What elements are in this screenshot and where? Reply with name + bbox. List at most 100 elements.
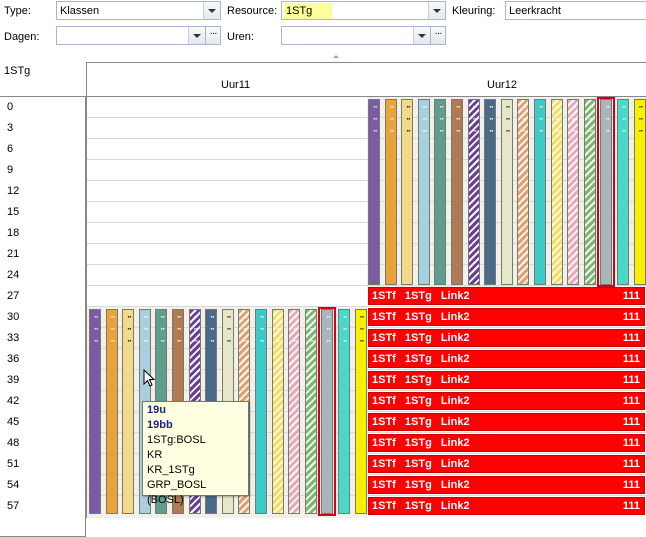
- grid-line: [87, 285, 646, 286]
- uur12-lesson-bar[interactable]: ·· ·· ··: [451, 99, 463, 285]
- tooltip-line: KR_1STg: [147, 464, 195, 476]
- splitter-grip-icon[interactable]: [333, 55, 339, 58]
- uur12-lesson-bar[interactable]: ·· ·· ··: [434, 99, 447, 285]
- uur11-lesson-bar[interactable]: ·· ·· ··: [354, 309, 367, 514]
- uur12-lesson-bar[interactable]: ·· ·· ··: [401, 99, 414, 285]
- link-bar[interactable]: 1STf 1STg Link2 111: [368, 497, 645, 515]
- bar-dots-icon: ··: [539, 126, 544, 136]
- uur12-lesson-bar[interactable]: ·· ·· ··: [534, 99, 546, 285]
- bar-dots-icon: ··: [472, 102, 478, 112]
- link-bar-number: 111: [622, 332, 640, 344]
- column-header-uur11[interactable]: Uur11: [221, 79, 250, 91]
- link-bar-number: 111: [622, 479, 640, 491]
- uur12-lesson-bar[interactable]: ·· ·· ··: [384, 99, 397, 285]
- bar-dots-icon: ··: [276, 324, 282, 334]
- grid-line: [87, 306, 646, 307]
- row-label: 24: [7, 269, 20, 281]
- link-bar-label: 1STf 1STg Link2: [372, 479, 470, 491]
- bar-dots-icon: ··: [422, 126, 428, 136]
- selected-lesson-outline: [318, 307, 337, 516]
- uur11-lesson-bar[interactable]: ·· ·· ··: [304, 309, 317, 514]
- chevron-down-icon[interactable]: [413, 27, 430, 44]
- bar-dots-icon: ··: [472, 126, 478, 136]
- kleuring-select[interactable]: Leerkracht: [505, 1, 646, 20]
- row-label: 33: [7, 332, 20, 344]
- bar-dots-icon: ··: [243, 312, 248, 322]
- bar-dots-icon: ··: [456, 102, 461, 112]
- column-header-uur12[interactable]: Uur12: [487, 79, 517, 91]
- uur12-lesson-bar[interactable]: ·· ·· ··: [417, 99, 430, 285]
- bar-dots-icon: ··: [489, 102, 494, 112]
- uur11-lesson-bar[interactable]: ·· ·· ··: [105, 309, 118, 514]
- uur12-lesson-bar[interactable]: ·· ·· ··: [500, 99, 513, 285]
- uur12-lesson-bar[interactable]: ·· ·· ··: [567, 99, 580, 285]
- bar-dots-icon: ··: [160, 312, 165, 322]
- bar-dots-icon: ··: [359, 324, 365, 334]
- link-bar[interactable]: 1STf 1STg Link2 111: [368, 392, 645, 410]
- resource-select[interactable]: 1STg: [281, 1, 446, 20]
- bar-dots-icon: ··: [127, 324, 132, 334]
- uur12-lesson-bar[interactable]: ·· ·· ··: [633, 99, 646, 285]
- link-bar-number: 111: [622, 353, 640, 365]
- bar-dots-icon: ··: [555, 114, 561, 124]
- link-bar-number: 111: [622, 395, 640, 407]
- bar-dots-icon: ··: [373, 114, 378, 124]
- row-label: 54: [7, 479, 20, 491]
- bar-dots-icon: ··: [489, 114, 494, 124]
- uur12-lesson-bar[interactable]: ·· ·· ··: [517, 99, 530, 285]
- uur12-lesson-bar[interactable]: ·· ·· ··: [484, 99, 497, 285]
- link-bar[interactable]: 1STf 1STg Link2 111: [368, 476, 645, 494]
- bar-dots-icon: ··: [422, 114, 428, 124]
- uur11-lesson-bar[interactable]: ·· ·· ··: [122, 309, 135, 514]
- bar-dots-icon: ··: [373, 102, 378, 112]
- bar-dots-icon: ··: [293, 324, 298, 334]
- link-bar-label: 1STf 1STg Link2: [372, 500, 470, 512]
- link-bar[interactable]: 1STf 1STg Link2 111: [368, 350, 645, 368]
- chevron-down-icon[interactable]: [428, 2, 445, 19]
- link-bar[interactable]: 1STf 1STg Link2 111: [368, 413, 645, 431]
- uur12-lesson-bar[interactable]: ·· ·· ··: [368, 99, 380, 285]
- dagen-select[interactable]: [56, 26, 206, 45]
- bar-dots-icon: ··: [260, 324, 265, 334]
- bar-dots-icon: ··: [243, 324, 248, 334]
- uren-ellipsis-button[interactable]: ···: [430, 26, 446, 45]
- link-bar[interactable]: 1STf 1STg Link2 111: [368, 329, 645, 347]
- uur11-lesson-bar[interactable]: ·· ·· ··: [89, 309, 101, 514]
- type-label: Type:: [4, 5, 31, 17]
- uur12-lesson-bar[interactable]: ·· ·· ··: [583, 99, 596, 285]
- uur12-lesson-bar[interactable]: ·· ·· ··: [467, 99, 480, 285]
- dagen-ellipsis-button[interactable]: ···: [205, 26, 221, 45]
- link-bar-label: 1STf 1STg Link2: [372, 353, 470, 365]
- uur12-lesson-bar[interactable]: ·· ·· ··: [617, 99, 629, 285]
- row-label: 36: [7, 353, 20, 365]
- chevron-down-icon[interactable]: [188, 27, 205, 44]
- row-label: 9: [7, 164, 14, 176]
- bar-dots-icon: ··: [94, 336, 99, 346]
- uren-select[interactable]: [281, 26, 431, 45]
- row-label: 45: [7, 416, 20, 428]
- link-bar-number: 111: [622, 500, 640, 512]
- uur11-lesson-bar[interactable]: ·· ·· ··: [271, 309, 284, 514]
- uur11-lesson-bar[interactable]: ·· ·· ··: [288, 309, 301, 514]
- uur11-lesson-bar[interactable]: ·· ·· ··: [255, 309, 267, 514]
- bar-dots-icon: ··: [522, 114, 527, 124]
- bar-dots-icon: ··: [505, 114, 511, 124]
- link-bar[interactable]: 1STf 1STg Link2 111: [368, 455, 645, 473]
- uur11-lesson-bar[interactable]: ·· ·· ··: [338, 309, 350, 514]
- row-label: 57: [7, 500, 20, 512]
- bar-dots-icon: ··: [439, 126, 444, 136]
- link-bar[interactable]: 1STf 1STg Link2 111: [368, 371, 645, 389]
- bar-dots-icon: ··: [472, 114, 478, 124]
- link-bar[interactable]: 1STf 1STg Link2 111: [368, 434, 645, 452]
- chevron-down-icon[interactable]: [203, 2, 220, 19]
- link-bar-number: 111: [622, 437, 640, 449]
- type-select[interactable]: Klassen: [56, 1, 221, 20]
- resource-title: 1STg: [4, 65, 31, 77]
- uur12-lesson-bar[interactable]: ·· ·· ··: [550, 99, 563, 285]
- row-label: 18: [7, 227, 20, 239]
- link-bar[interactable]: 1STf 1STg Link2 111: [368, 287, 645, 305]
- bar-dots-icon: ··: [293, 336, 298, 346]
- bar-dots-icon: ··: [572, 114, 577, 124]
- link-bar[interactable]: 1STf 1STg Link2 111: [368, 308, 645, 326]
- row-label: 3: [7, 122, 14, 134]
